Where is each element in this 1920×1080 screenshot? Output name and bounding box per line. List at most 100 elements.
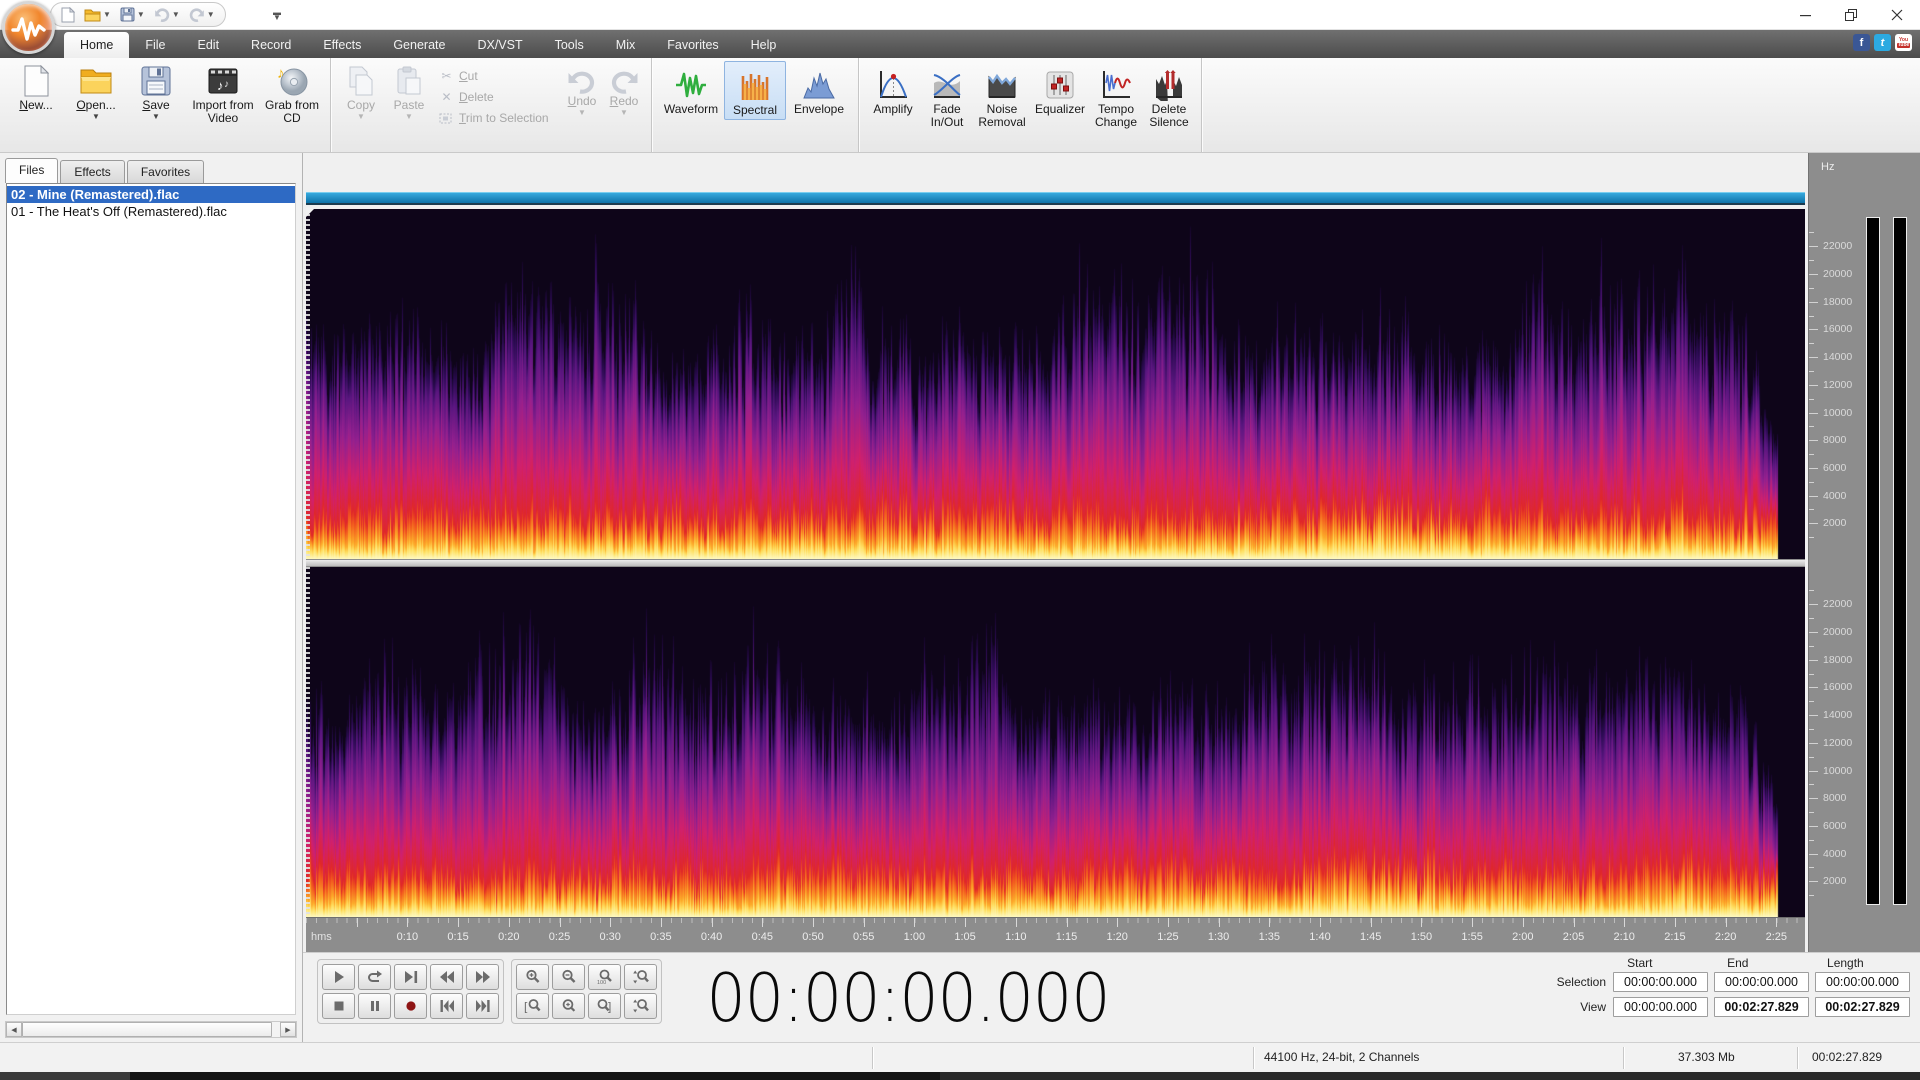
- tab-file[interactable]: File: [129, 32, 181, 58]
- waveform-icon: [674, 67, 708, 103]
- import-from-video-button[interactable]: ♪ ♪ Import from Video: [186, 61, 260, 127]
- tab-record[interactable]: Record: [235, 32, 307, 58]
- redo-button-large[interactable]: Redo ▼: [603, 61, 645, 119]
- redo-button[interactable]: ▼: [189, 5, 215, 25]
- delete-silence-button[interactable]: Delete Silence: [1143, 61, 1195, 131]
- stop-button[interactable]: [322, 993, 355, 1019]
- zoom-to-selection-button[interactable]: [: [516, 993, 549, 1019]
- youtube-icon[interactable]: You Tube: [1895, 34, 1912, 51]
- tab-effects[interactable]: Effects: [60, 160, 125, 183]
- selection-length-field[interactable]: 00:00:00.000: [1815, 972, 1910, 992]
- tab-home[interactable]: Home: [64, 32, 130, 58]
- delete-button[interactable]: ✕ Delete: [439, 90, 555, 104]
- loop-button[interactable]: [358, 964, 391, 990]
- ruler-major-tick: [1066, 918, 1068, 927]
- waveform-view-button[interactable]: Waveform: [658, 61, 724, 118]
- play-button[interactable]: [322, 964, 355, 990]
- record-button[interactable]: [394, 993, 427, 1019]
- spectrogram-channel-right[interactable]: [306, 567, 1805, 917]
- close-button[interactable]: [1874, 0, 1920, 30]
- undo-button-large[interactable]: Undo ▼: [561, 61, 603, 119]
- undo-button[interactable]: ▼: [154, 5, 180, 25]
- frequency-tick: [1809, 287, 1814, 289]
- zoom-vertical-out-button[interactable]: [624, 993, 657, 1019]
- cut-button[interactable]: ✂ Cut: [439, 69, 555, 83]
- zoom-out-alt-button[interactable]: ]: [588, 993, 621, 1019]
- play-to-end-button[interactable]: [394, 964, 427, 990]
- noise-removal-button[interactable]: Noise Removal: [973, 61, 1031, 131]
- tab-effects[interactable]: Effects: [307, 32, 377, 58]
- twitter-icon[interactable]: t: [1874, 34, 1891, 51]
- new-file-button[interactable]: [61, 5, 75, 25]
- amplify-button[interactable]: Amplify: [865, 61, 921, 118]
- tab-dxvst[interactable]: DX/VST: [461, 32, 538, 58]
- selection-start-field[interactable]: 00:00:00.000: [1613, 972, 1708, 992]
- time-ruler[interactable]: hms 0:10 0:15 0:20 0:25 0:30 0:35 0:40 0:45 0:50…: [306, 917, 1805, 952]
- zoom-out-button[interactable]: [552, 964, 585, 990]
- frequency-tick: [1809, 357, 1818, 359]
- tab-files[interactable]: Files: [5, 158, 59, 183]
- go-to-start-button[interactable]: [430, 993, 463, 1019]
- equalizer-button[interactable]: Equalizer: [1031, 61, 1089, 118]
- file-list-item[interactable]: 01 - The Heat's Off (Remastered).flac: [7, 203, 295, 220]
- facebook-icon[interactable]: f: [1853, 34, 1870, 51]
- tab-favorites[interactable]: Favorites: [651, 32, 734, 58]
- ruler-tick-label: 0:55: [852, 931, 875, 943]
- pause-button[interactable]: [358, 993, 391, 1019]
- save-button[interactable]: ▼: [120, 5, 145, 25]
- channel-separator[interactable]: [306, 559, 1805, 567]
- playback-controls: [317, 959, 504, 1024]
- view-length-field[interactable]: 00:02:27.829: [1815, 997, 1910, 1017]
- open-file-button[interactable]: ▼: [84, 5, 111, 25]
- spectrogram-channel-left[interactable]: [306, 209, 1805, 559]
- tab-help[interactable]: Help: [735, 32, 793, 58]
- minimize-button[interactable]: [1782, 0, 1828, 30]
- scroll-left-arrow[interactable]: ◀: [6, 1022, 22, 1037]
- save-floppy-icon: [141, 63, 171, 99]
- ruler-major-tick: [1421, 918, 1423, 927]
- view-end-field[interactable]: 00:02:27.829: [1714, 997, 1809, 1017]
- maximize-button[interactable]: [1828, 0, 1874, 30]
- zoom-100-button[interactable]: 100: [588, 964, 621, 990]
- rewind-button[interactable]: [430, 964, 463, 990]
- fade-in-out-button[interactable]: Fade In/Out: [921, 61, 973, 131]
- scrollbar-thumb[interactable]: [22, 1022, 272, 1037]
- customize-toolbar-button[interactable]: ▬ ▼: [268, 5, 286, 25]
- button-label: New...: [19, 98, 53, 112]
- scrollbar-track[interactable]: [272, 1022, 280, 1037]
- frequency-label: 10000: [1823, 764, 1853, 777]
- tab-edit[interactable]: Edit: [182, 32, 236, 58]
- fast-forward-button[interactable]: [466, 964, 499, 990]
- zoom-in-button[interactable]: [516, 964, 549, 990]
- file-list-horizontal-scrollbar[interactable]: ◀ ▶: [5, 1021, 297, 1038]
- playhead-marker[interactable]: [306, 208, 315, 217]
- open-button[interactable]: Open... ▼: [66, 61, 126, 123]
- frequency-tick: [1809, 246, 1818, 248]
- tab-favorites[interactable]: Favorites: [126, 160, 205, 183]
- zoom-vertical-in-button[interactable]: [624, 964, 657, 990]
- tab-mix[interactable]: Mix: [600, 32, 651, 58]
- tempo-change-button[interactable]: Tempo Change: [1089, 61, 1143, 131]
- scroll-right-arrow[interactable]: ▶: [280, 1022, 296, 1037]
- go-to-end-button[interactable]: [466, 993, 499, 1019]
- copy-button[interactable]: Copy ▼: [337, 61, 385, 123]
- ruler-major-tick: [407, 918, 409, 927]
- tab-generate[interactable]: Generate: [377, 32, 461, 58]
- overview-scrollbar[interactable]: [306, 192, 1805, 205]
- view-start-field[interactable]: 00:00:00.000: [1613, 997, 1708, 1017]
- save-button-large[interactable]: Save ▼: [126, 61, 186, 123]
- spectral-view-button[interactable]: Spectral: [724, 61, 786, 120]
- tab-tools[interactable]: Tools: [539, 32, 600, 58]
- zoom-in-alt-button[interactable]: [552, 993, 585, 1019]
- file-list-item[interactable]: 02 - Mine (Remastered).flac: [7, 186, 295, 203]
- envelope-view-button[interactable]: Envelope: [786, 61, 852, 118]
- grab-from-cd-button[interactable]: ♪ Grab from CD: [260, 61, 324, 127]
- new-button[interactable]: New...: [6, 61, 66, 114]
- chevron-down-icon: ▼: [206, 10, 215, 19]
- app-logo[interactable]: [2, 1, 55, 54]
- frequency-tick: [1809, 537, 1814, 539]
- paste-button[interactable]: Paste ▼: [385, 61, 433, 123]
- trim-to-selection-button[interactable]: Trim to Selection: [439, 111, 555, 125]
- spectral-icon: [739, 68, 771, 104]
- selection-end-field[interactable]: 00:00:00.000: [1714, 972, 1809, 992]
